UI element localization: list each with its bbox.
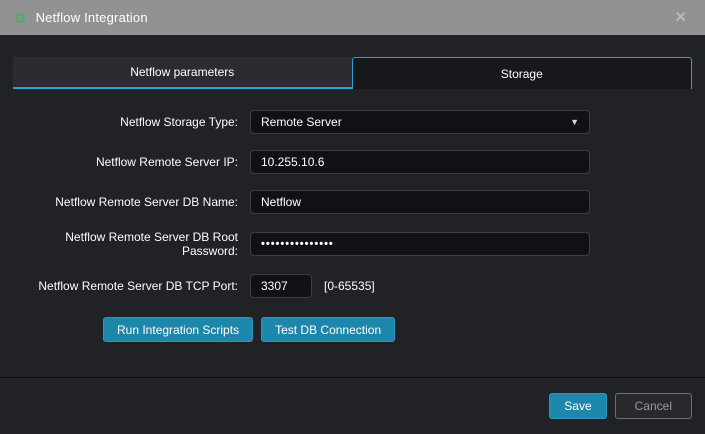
dialog-titlebar: ⚙ Netflow Integration ✕ [0,0,705,35]
tab-label: Netflow parameters [130,65,234,79]
form-row-storage-type: Netflow Storage Type: Remote Server ▼ [13,110,692,134]
db-tcp-port-range-hint: [0-65535] [324,279,375,293]
remote-ip-input[interactable] [250,150,590,174]
dialog-title: Netflow Integration [36,10,148,25]
form-row-remote-ip: Netflow Remote Server IP: [13,150,692,174]
form-action-buttons: Run Integration Scripts Test DB Connecti… [103,317,692,342]
db-root-password-label: Netflow Remote Server DB Root Password: [13,230,250,258]
db-tcp-port-input[interactable] [250,274,312,298]
db-name-input[interactable] [250,190,590,214]
tab-netflow-parameters[interactable]: Netflow parameters [13,57,352,89]
form-row-db-tcp-port: Netflow Remote Server DB TCP Port: [0-65… [13,274,692,298]
storage-form: Netflow Storage Type: Remote Server ▼ Ne… [13,110,692,342]
dialog-footer: Save Cancel [0,377,705,434]
gear-icon: ⚙ [14,11,27,25]
chevron-down-icon: ▼ [570,118,579,127]
tab-bar: Netflow parameters Storage [13,57,692,89]
remote-ip-label: Netflow Remote Server IP: [13,155,250,169]
cancel-button[interactable]: Cancel [615,393,692,419]
test-db-connection-button[interactable]: Test DB Connection [261,317,395,342]
storage-type-select[interactable]: Remote Server ▼ [250,110,590,134]
form-row-db-root-password: Netflow Remote Server DB Root Password: [13,230,692,258]
db-name-label: Netflow Remote Server DB Name: [13,195,250,209]
tab-label: Storage [501,67,543,81]
dialog-content: Netflow parameters Storage Netflow Stora… [0,35,705,377]
run-integration-scripts-button[interactable]: Run Integration Scripts [103,317,253,342]
storage-type-label: Netflow Storage Type: [13,115,250,129]
tab-storage[interactable]: Storage [352,57,693,89]
save-button[interactable]: Save [549,393,606,419]
storage-type-selected-value: Remote Server [261,115,342,129]
close-icon[interactable]: ✕ [670,8,691,27]
netflow-integration-dialog: ⚙ Netflow Integration ✕ Netflow paramete… [0,0,705,434]
db-root-password-input[interactable] [250,232,590,256]
db-tcp-port-label: Netflow Remote Server DB TCP Port: [13,279,250,293]
form-row-db-name: Netflow Remote Server DB Name: [13,190,692,214]
